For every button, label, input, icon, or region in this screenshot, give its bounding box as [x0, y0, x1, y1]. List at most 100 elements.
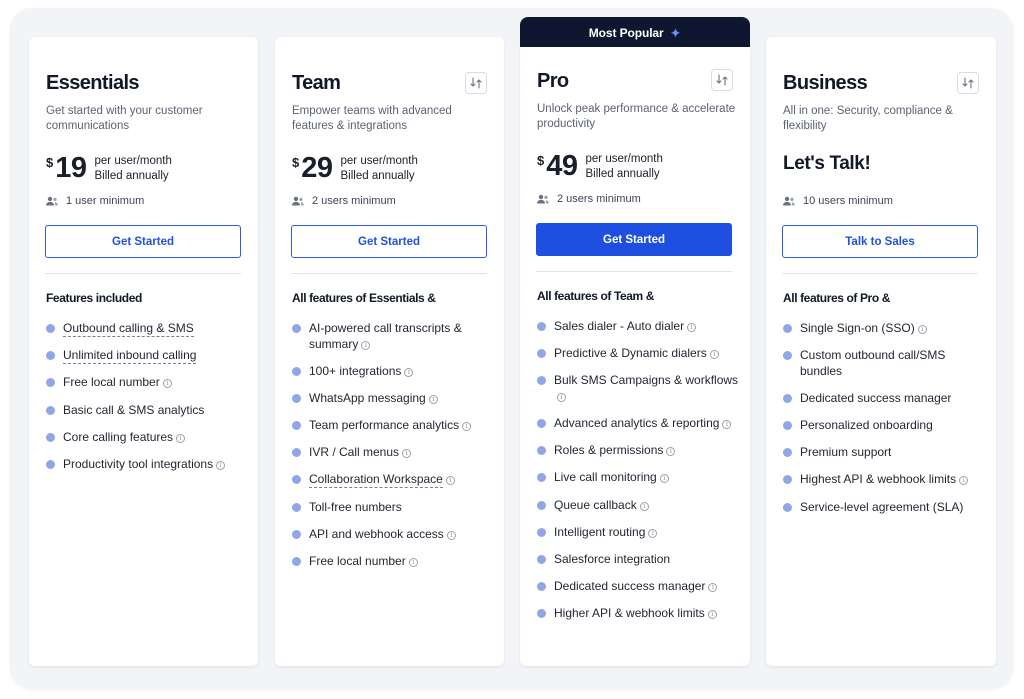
info-icon[interactable]: i: [709, 350, 719, 360]
feature-text-wrap: AI-powered call transcripts & summary i: [309, 321, 497, 352]
price-unit: per user/month Billed annually: [341, 154, 418, 183]
feature-label[interactable]: Unlimited inbound calling: [63, 348, 197, 365]
feature-text-wrap: Live call monitoring i: [554, 470, 669, 486]
feature-item: Free local number i: [292, 554, 497, 570]
features-heading: Features included: [46, 291, 142, 305]
feature-item: Intelligent routing i: [537, 525, 742, 541]
feature-text-wrap: Free local number i: [63, 375, 172, 391]
feature-item: Sales dialer - Auto dialer i: [537, 319, 742, 335]
check-dot-icon: [46, 432, 55, 442]
feature-item: Team performance analytics i: [292, 418, 497, 434]
info-icon[interactable]: i: [462, 422, 472, 432]
get-started-button[interactable]: Get Started: [536, 223, 732, 256]
feature-item: WhatsApp messaging i: [292, 391, 497, 407]
feature-label: Live call monitoring: [554, 470, 657, 485]
price-currency: $: [537, 153, 545, 168]
info-icon[interactable]: i: [687, 323, 697, 332]
feature-label: Premium support: [800, 445, 892, 460]
info-icon[interactable]: i: [216, 460, 226, 470]
plan-price: $ 49 per user/month Billed annually: [537, 151, 663, 181]
feature-item: Higher API & webhook limits i: [537, 606, 742, 622]
check-dot-icon: [537, 473, 546, 483]
feature-label: Basic call & SMS analytics: [63, 402, 205, 417]
feature-item: Toll-free numbers: [292, 500, 497, 516]
info-icon[interactable]: i: [557, 392, 566, 402]
check-dot-icon: [46, 351, 55, 361]
feature-text-wrap: Free local number i: [309, 554, 418, 570]
feature-label: Core calling features: [63, 429, 174, 444]
feature-text-wrap: Higher API & webhook limits i: [554, 606, 717, 622]
info-icon[interactable]: i: [402, 449, 412, 459]
users-icon: [537, 194, 549, 204]
info-icon[interactable]: i: [639, 501, 649, 511]
plan-name: Pro: [537, 70, 569, 92]
users-icon: [46, 196, 58, 206]
info-icon[interactable]: i: [408, 558, 418, 567]
plan-card-essentials: Essentials Get started with your custome…: [29, 37, 258, 666]
info-icon[interactable]: i: [648, 528, 658, 538]
talk-to-sales-button[interactable]: Talk to Sales: [782, 225, 978, 258]
check-dot-icon: [292, 448, 301, 458]
check-dot-icon: [537, 527, 546, 537]
feature-label: Bulk SMS Campaigns & workflows: [554, 373, 739, 388]
features-heading: All features of Pro &: [783, 291, 890, 305]
feature-label[interactable]: Outbound calling & SMS: [63, 321, 194, 337]
info-icon[interactable]: i: [959, 476, 969, 486]
feature-item: Single Sign-on (SSO) i: [783, 321, 988, 337]
info-icon[interactable]: i: [446, 530, 456, 540]
check-dot-icon: [537, 500, 546, 510]
feature-item: Free local number i: [46, 375, 251, 391]
feature-text-wrap: Team performance analytics i: [309, 418, 472, 434]
price-per-unit: per user/month: [585, 153, 663, 165]
user-minimum-text: 1 user minimum: [66, 195, 145, 207]
feature-label: Free local number: [309, 554, 406, 568]
check-dot-icon: [292, 557, 301, 566]
info-icon[interactable]: i: [361, 340, 371, 350]
feature-text-wrap: Dedicated success manager: [800, 391, 951, 407]
feature-label: Intelligent routing: [554, 524, 646, 539]
feature-text-wrap: WhatsApp messaging i: [309, 391, 438, 407]
plan-name: Essentials: [46, 72, 140, 94]
price-per-unit: per user/month: [94, 155, 172, 167]
swap-icon[interactable]: [957, 72, 979, 94]
feature-label: Free local number: [63, 375, 160, 390]
feature-item: Dedicated success manager: [783, 391, 988, 407]
check-dot-icon: [783, 475, 792, 485]
info-icon[interactable]: i: [428, 394, 438, 404]
info-icon[interactable]: i: [659, 474, 669, 484]
check-dot-icon: [46, 405, 55, 415]
info-icon[interactable]: i: [707, 610, 717, 620]
get-started-button[interactable]: Get Started: [291, 225, 487, 258]
feature-text-wrap: Toll-free numbers: [309, 500, 402, 516]
feature-text-wrap: Outbound calling & SMS: [63, 321, 194, 337]
feature-item: Core calling features i: [46, 430, 251, 446]
user-minimum: 1 user minimum: [46, 195, 144, 207]
features-heading: All features of Team &: [537, 289, 655, 303]
info-icon[interactable]: i: [445, 476, 455, 486]
feature-label: 100+ integrations: [309, 363, 402, 378]
feature-item: Salesforce integration: [537, 552, 742, 568]
feature-label: AI-powered call transcripts & summary: [309, 321, 462, 351]
swap-icon[interactable]: [711, 69, 733, 91]
check-dot-icon: [783, 393, 792, 403]
user-minimum-text: 10 users minimum: [803, 195, 893, 207]
feature-item: Highest API & webhook limits i: [783, 472, 988, 488]
get-started-button[interactable]: Get Started: [45, 225, 241, 258]
info-icon[interactable]: i: [162, 379, 172, 389]
feature-label: Sales dialer - Auto dialer: [554, 319, 685, 333]
feature-text-wrap: Advanced analytics & reporting i: [554, 416, 732, 432]
feature-label: Single Sign-on (SSO): [800, 321, 915, 335]
feature-item: Service-level agreement (SLA): [783, 500, 988, 516]
feature-item: Basic call & SMS analytics: [46, 403, 251, 419]
feature-text-wrap: Personalized onboarding: [800, 418, 933, 434]
info-icon[interactable]: i: [917, 325, 927, 334]
swap-icon[interactable]: [465, 72, 487, 94]
info-icon[interactable]: i: [708, 583, 718, 593]
feature-list: Single Sign-on (SSO) i Custom outbound cal…: [783, 321, 988, 515]
feature-item: Outbound calling & SMS: [46, 321, 251, 337]
info-icon[interactable]: i: [666, 447, 676, 457]
info-icon[interactable]: i: [404, 367, 414, 377]
feature-label[interactable]: Collaboration Workspace: [309, 472, 443, 489]
info-icon[interactable]: i: [722, 420, 732, 430]
info-icon[interactable]: i: [176, 433, 186, 443]
